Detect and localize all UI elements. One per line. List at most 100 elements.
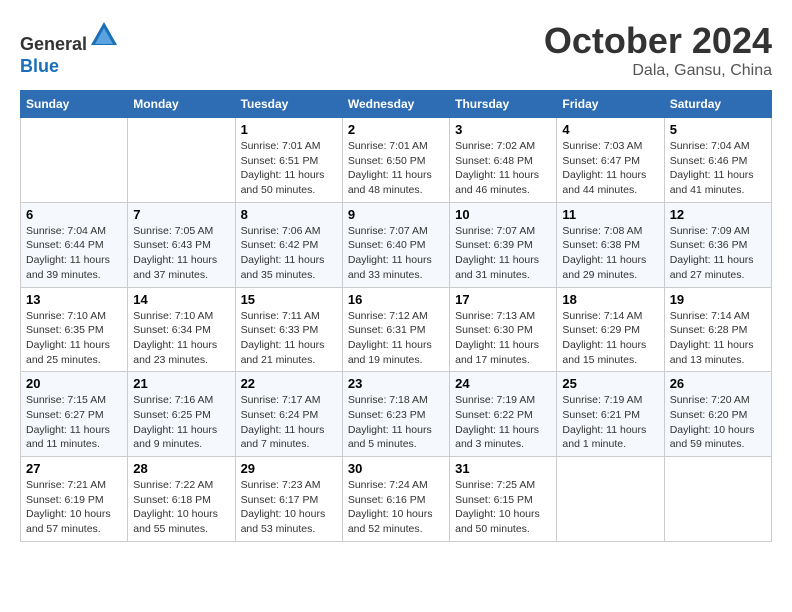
calendar-cell: 8 Sunrise: 7:06 AM Sunset: 6:42 PM Daylig… bbox=[235, 202, 342, 287]
month-title: October 2024 bbox=[544, 20, 772, 62]
day-info: Sunrise: 7:22 AM Sunset: 6:18 PM Dayligh… bbox=[133, 478, 229, 537]
day-number: 3 bbox=[455, 122, 551, 137]
day-info: Sunrise: 7:10 AM Sunset: 6:35 PM Dayligh… bbox=[26, 309, 122, 368]
calendar-cell: 14 Sunrise: 7:10 AM Sunset: 6:34 PM Dayli… bbox=[128, 287, 235, 372]
calendar-cell: 12 Sunrise: 7:09 AM Sunset: 6:36 PM Dayli… bbox=[664, 202, 771, 287]
day-number: 6 bbox=[26, 207, 122, 222]
day-info: Sunrise: 7:20 AM Sunset: 6:20 PM Dayligh… bbox=[670, 393, 766, 452]
logo-icon bbox=[89, 20, 119, 50]
day-number: 20 bbox=[26, 376, 122, 391]
calendar-cell: 7Sunrise: 7:05 AM Sunset: 6:43 PM Daylig… bbox=[128, 202, 235, 287]
calendar-cell: 5 Sunrise: 7:04 AM Sunset: 6:46 PM Daylig… bbox=[664, 118, 771, 203]
day-number: 24 bbox=[455, 376, 551, 391]
day-info: Sunrise: 7:01 AM Sunset: 6:50 PM Dayligh… bbox=[348, 139, 444, 198]
day-info: Sunrise: 7:09 AM Sunset: 6:36 PM Dayligh… bbox=[670, 224, 766, 283]
day-number: 13 bbox=[26, 292, 122, 307]
day-info: Sunrise: 7:14 AM Sunset: 6:29 PM Dayligh… bbox=[562, 309, 658, 368]
calendar-cell: 6 Sunrise: 7:04 AM Sunset: 6:44 PM Daylig… bbox=[21, 202, 128, 287]
day-info: Sunrise: 7:06 AM Sunset: 6:42 PM Dayligh… bbox=[241, 224, 337, 283]
day-info: Sunrise: 7:10 AM Sunset: 6:34 PM Dayligh… bbox=[133, 309, 229, 368]
calendar-table: SundayMondayTuesdayWednesdayThursdayFrid… bbox=[20, 90, 772, 542]
weekday-header-row: SundayMondayTuesdayWednesdayThursdayFrid… bbox=[21, 91, 772, 118]
day-number: 31 bbox=[455, 461, 551, 476]
day-number: 18 bbox=[562, 292, 658, 307]
day-number: 21 bbox=[133, 376, 229, 391]
day-info: Sunrise: 7:02 AM Sunset: 6:48 PM Dayligh… bbox=[455, 139, 551, 198]
calendar-cell bbox=[664, 457, 771, 542]
day-number: 1 bbox=[241, 122, 337, 137]
calendar-cell: 29 Sunrise: 7:23 AM Sunset: 6:17 PM Dayli… bbox=[235, 457, 342, 542]
calendar-cell: 25 Sunrise: 7:19 AM Sunset: 6:21 PM Dayli… bbox=[557, 372, 664, 457]
calendar-cell: 10Sunrise: 7:07 AM Sunset: 6:39 PM Dayli… bbox=[450, 202, 557, 287]
day-info: Sunrise: 7:03 AM Sunset: 6:47 PM Dayligh… bbox=[562, 139, 658, 198]
day-number: 19 bbox=[670, 292, 766, 307]
calendar-cell: 11Sunrise: 7:08 AM Sunset: 6:38 PM Dayli… bbox=[557, 202, 664, 287]
day-info: Sunrise: 7:04 AM Sunset: 6:46 PM Dayligh… bbox=[670, 139, 766, 198]
calendar-cell: 20 Sunrise: 7:15 AM Sunset: 6:27 PM Dayli… bbox=[21, 372, 128, 457]
calendar-cell: 30Sunrise: 7:24 AM Sunset: 6:16 PM Dayli… bbox=[342, 457, 449, 542]
day-number: 4 bbox=[562, 122, 658, 137]
calendar-cell: 22 Sunrise: 7:17 AM Sunset: 6:24 PM Dayli… bbox=[235, 372, 342, 457]
calendar-cell: 24 Sunrise: 7:19 AM Sunset: 6:22 PM Dayli… bbox=[450, 372, 557, 457]
calendar-cell: 27Sunrise: 7:21 AM Sunset: 6:19 PM Dayli… bbox=[21, 457, 128, 542]
day-number: 29 bbox=[241, 461, 337, 476]
logo-general: General bbox=[20, 34, 87, 54]
day-info: Sunrise: 7:14 AM Sunset: 6:28 PM Dayligh… bbox=[670, 309, 766, 368]
calendar-cell: 17Sunrise: 7:13 AM Sunset: 6:30 PM Dayli… bbox=[450, 287, 557, 372]
day-number: 15 bbox=[241, 292, 337, 307]
day-number: 14 bbox=[133, 292, 229, 307]
weekday-header: Monday bbox=[128, 91, 235, 118]
day-info: Sunrise: 7:23 AM Sunset: 6:17 PM Dayligh… bbox=[241, 478, 337, 537]
calendar-cell: 15Sunrise: 7:11 AM Sunset: 6:33 PM Dayli… bbox=[235, 287, 342, 372]
day-info: Sunrise: 7:04 AM Sunset: 6:44 PM Dayligh… bbox=[26, 224, 122, 283]
calendar-cell bbox=[557, 457, 664, 542]
calendar-cell: 21 Sunrise: 7:16 AM Sunset: 6:25 PM Dayli… bbox=[128, 372, 235, 457]
calendar-week-row: 20 Sunrise: 7:15 AM Sunset: 6:27 PM Dayli… bbox=[21, 372, 772, 457]
weekday-header: Thursday bbox=[450, 91, 557, 118]
day-number: 22 bbox=[241, 376, 337, 391]
day-number: 28 bbox=[133, 461, 229, 476]
calendar-week-row: 27Sunrise: 7:21 AM Sunset: 6:19 PM Dayli… bbox=[21, 457, 772, 542]
day-number: 8 bbox=[241, 207, 337, 222]
page-header: General Blue October 2024 Dala, Gansu, C… bbox=[20, 20, 772, 80]
calendar-week-row: 13 Sunrise: 7:10 AM Sunset: 6:35 PM Dayli… bbox=[21, 287, 772, 372]
day-info: Sunrise: 7:17 AM Sunset: 6:24 PM Dayligh… bbox=[241, 393, 337, 452]
day-info: Sunrise: 7:01 AM Sunset: 6:51 PM Dayligh… bbox=[241, 139, 337, 198]
calendar-body: 1 Sunrise: 7:01 AM Sunset: 6:51 PM Daylig… bbox=[21, 118, 772, 542]
day-number: 26 bbox=[670, 376, 766, 391]
day-info: Sunrise: 7:15 AM Sunset: 6:27 PM Dayligh… bbox=[26, 393, 122, 452]
calendar-cell: 9Sunrise: 7:07 AM Sunset: 6:40 PM Daylig… bbox=[342, 202, 449, 287]
logo-blue: Blue bbox=[20, 56, 59, 76]
calendar-cell bbox=[21, 118, 128, 203]
day-number: 2 bbox=[348, 122, 444, 137]
calendar-cell: 3 Sunrise: 7:02 AM Sunset: 6:48 PM Daylig… bbox=[450, 118, 557, 203]
calendar-cell: 13 Sunrise: 7:10 AM Sunset: 6:35 PM Dayli… bbox=[21, 287, 128, 372]
calendar-cell: 19 Sunrise: 7:14 AM Sunset: 6:28 PM Dayli… bbox=[664, 287, 771, 372]
calendar-week-row: 1 Sunrise: 7:01 AM Sunset: 6:51 PM Daylig… bbox=[21, 118, 772, 203]
day-number: 12 bbox=[670, 207, 766, 222]
day-number: 10 bbox=[455, 207, 551, 222]
day-info: Sunrise: 7:08 AM Sunset: 6:38 PM Dayligh… bbox=[562, 224, 658, 283]
location-title: Dala, Gansu, China bbox=[544, 62, 772, 80]
calendar-cell: 16 Sunrise: 7:12 AM Sunset: 6:31 PM Dayli… bbox=[342, 287, 449, 372]
day-info: Sunrise: 7:19 AM Sunset: 6:22 PM Dayligh… bbox=[455, 393, 551, 452]
day-number: 5 bbox=[670, 122, 766, 137]
weekday-header: Wednesday bbox=[342, 91, 449, 118]
title-block: October 2024 Dala, Gansu, China bbox=[544, 20, 772, 80]
calendar-cell bbox=[128, 118, 235, 203]
day-number: 7 bbox=[133, 207, 229, 222]
calendar-cell: 23 Sunrise: 7:18 AM Sunset: 6:23 PM Dayli… bbox=[342, 372, 449, 457]
day-info: Sunrise: 7:16 AM Sunset: 6:25 PM Dayligh… bbox=[133, 393, 229, 452]
day-number: 30 bbox=[348, 461, 444, 476]
day-info: Sunrise: 7:21 AM Sunset: 6:19 PM Dayligh… bbox=[26, 478, 122, 537]
weekday-header: Tuesday bbox=[235, 91, 342, 118]
day-number: 16 bbox=[348, 292, 444, 307]
day-number: 17 bbox=[455, 292, 551, 307]
day-number: 9 bbox=[348, 207, 444, 222]
day-info: Sunrise: 7:12 AM Sunset: 6:31 PM Dayligh… bbox=[348, 309, 444, 368]
day-number: 25 bbox=[562, 376, 658, 391]
day-number: 23 bbox=[348, 376, 444, 391]
day-info: Sunrise: 7:18 AM Sunset: 6:23 PM Dayligh… bbox=[348, 393, 444, 452]
calendar-cell: 26 Sunrise: 7:20 AM Sunset: 6:20 PM Dayli… bbox=[664, 372, 771, 457]
day-info: Sunrise: 7:19 AM Sunset: 6:21 PM Dayligh… bbox=[562, 393, 658, 452]
